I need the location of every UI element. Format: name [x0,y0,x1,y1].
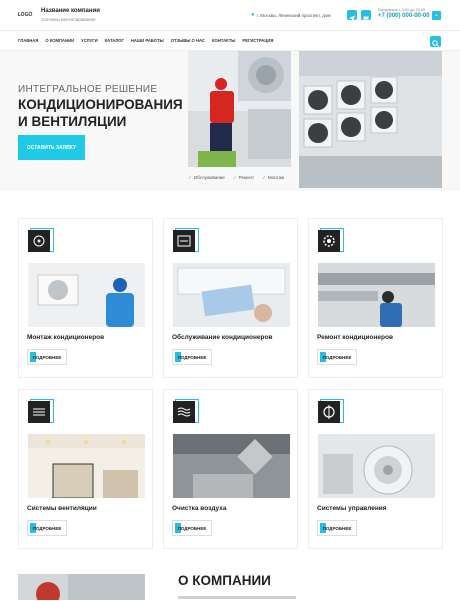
nav-item-services[interactable]: УСЛУГИ [81,38,97,43]
service-card[interactable]: Обслуживание кондиционеров ПОДРОБНЕЕ [163,218,298,378]
working-hours: Ежедневно с 9:00 до 20:00 [378,8,426,12]
header-divider [0,30,460,31]
more-label: ПОДРОБНЕЕ [32,354,62,360]
ventilation-fan-icon [28,401,50,423]
check-icon: ✓ [188,175,192,180]
ac-unit-icon [28,230,50,252]
main-nav: ГЛАВНАЯ О КОМПАНИИ УСЛУГИ КАТАЛОГ НАШИ Р… [18,38,280,43]
service-image [173,434,290,498]
about-image [18,574,145,600]
search-icon [432,40,439,47]
nav-item-catalog[interactable]: КАТАЛОГ [105,38,124,43]
service-title: Монтаж кондиционеров [27,334,105,341]
nav-item-register[interactable]: РЕГИСТРАЦИЯ [242,38,273,43]
more-label: ПОДРОБНЕЕ [177,525,207,531]
location-pin-icon: ● [251,12,255,18]
service-panel-icon [173,230,195,252]
more-button[interactable]: ПОДРОБНЕЕ [172,520,212,536]
feature-label: Обслуживание [193,175,225,180]
feature-label: Монтаж [267,175,285,180]
nav-item-contacts[interactable]: КОНТАКТЫ [212,38,235,43]
gear-repair-icon [318,230,340,252]
company-subtitle: Системы вентилирования [41,17,96,22]
telegram-icon[interactable] [347,10,357,21]
service-card[interactable]: Монтаж кондиционеров ПОДРОБНЕЕ [18,218,153,378]
more-button[interactable]: ПОДРОБНЕЕ [317,349,357,365]
more-label: ПОДРОБНЕЕ [322,354,352,360]
feature-service: ✓ Обслуживание [188,175,225,181]
more-label: ПОДРОБНЕЕ [177,354,207,360]
address-text: г. Москва, Ленинский проспект, дом [256,12,331,18]
more-button[interactable]: ПОДРОБНЕЕ [27,349,67,365]
nav-item-home[interactable]: ГЛАВНАЯ [18,38,38,43]
nav-item-about[interactable]: О КОМПАНИИ [45,38,74,43]
control-gear-icon [318,401,340,423]
more-button[interactable]: ПОДРОБНЕЕ [317,520,357,536]
hero-ac-units-image [299,51,442,188]
air-waves-icon [173,401,195,423]
service-image [318,434,435,498]
company-name: Название компании [41,8,100,14]
feature-repair: ✓ Ремонт [233,175,254,181]
service-title: Очистка воздуха [172,505,227,512]
hero-subtitle: ИНТЕГРАЛЬНОЕ РЕШЕНИЕ [18,84,158,95]
service-title: Обслуживание кондиционеров [172,334,273,341]
service-title: Ремонт кондиционеров [317,334,393,341]
phone-number[interactable]: +7 (000) 000-00-00 [378,13,430,19]
more-button[interactable]: ПОДРОБНЕЕ [172,349,212,365]
address: ● г. Москва, Ленинский проспект, дом [251,12,330,18]
service-image [318,263,435,327]
about-title: О КОМПАНИИ [178,573,271,588]
more-label: ПОДРОБНЕЕ [322,525,352,531]
logo[interactable]: LOGO [14,8,36,22]
nav-item-works[interactable]: НАШИ РАБОТЫ [131,38,164,43]
service-image [28,434,145,498]
service-card[interactable]: Ремонт кондиционеров ПОДРОБНЕЕ [308,218,443,378]
hero-technician-image [188,51,291,167]
check-icon: ✓ [232,175,237,180]
service-image [28,263,145,327]
service-image [173,263,290,327]
hero-title: КОНДИЦИОНИРОВАНИЯ И ВЕНТИЛЯЦИИ [18,97,183,129]
more-button[interactable]: ПОДРОБНЕЕ [27,520,67,536]
service-title: Системы управления [317,505,387,512]
feature-install: ✓ Монтаж [262,175,284,181]
chevron-down-icon[interactable]: ⌄ [432,11,441,20]
service-card[interactable]: Очистка воздуха ПОДРОБНЕЕ [163,389,298,549]
check-icon: ✓ [262,175,266,180]
service-title: Системы вентиляции [27,505,97,512]
vk-icon[interactable] [361,10,371,20]
feature-label: Ремонт [238,175,255,180]
service-card[interactable]: Системы управления ПОДРОБНЕЕ [308,389,443,549]
hero-features: ✓ Обслуживание ✓ Ремонт ✓ Монтаж [188,175,284,181]
nav-item-reviews[interactable]: ОТЗЫВЫ О НАС [171,38,205,43]
leave-request-button[interactable]: ОСТАВИТЬ ЗАЯВКУ [18,135,85,160]
more-label: ПОДРОБНЕЕ [32,525,62,531]
search-button[interactable] [430,36,441,47]
service-card[interactable]: Системы вентиляции ПОДРОБНЕЕ [18,389,153,549]
